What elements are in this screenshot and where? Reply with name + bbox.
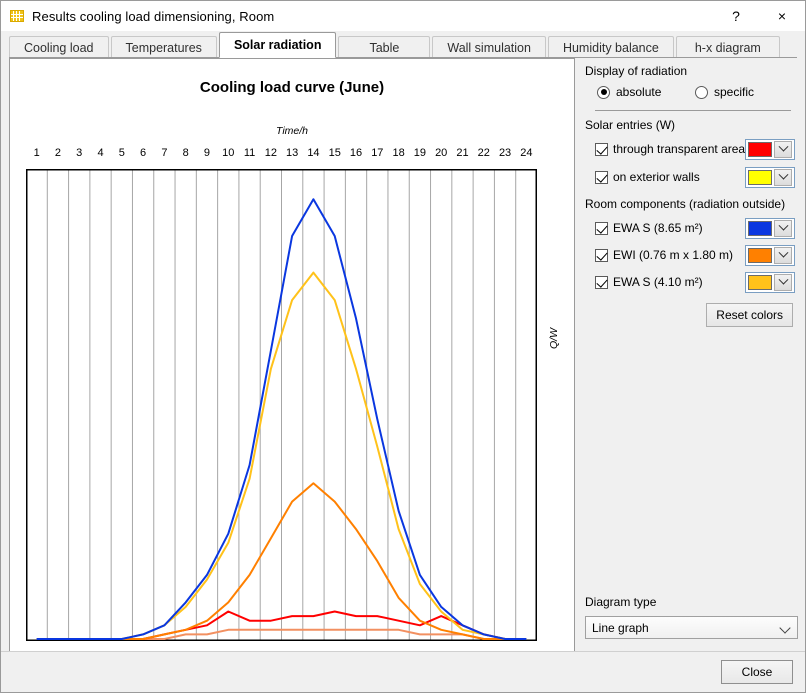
- x-tick-label: 7: [161, 147, 168, 159]
- y-axis-label: Q/W: [548, 328, 560, 349]
- color-swatch-yellow[interactable]: [748, 170, 773, 185]
- radio-specific[interactable]: specific: [695, 85, 754, 99]
- radio-absolute-indicator[interactable]: [597, 85, 610, 99]
- x-tick-label: 18: [392, 147, 405, 159]
- chevron-down-icon[interactable]: [774, 220, 792, 237]
- color-swatch-orange[interactable]: [748, 248, 773, 263]
- checkbox-through-transparent-areas-box[interactable]: [595, 142, 608, 156]
- x-tick-label: 19: [413, 147, 427, 159]
- color-picker-ewa-s-410[interactable]: [745, 272, 795, 293]
- solar-entries-label: Solar entries (W): [585, 118, 676, 132]
- x-tick-label: 14: [307, 147, 320, 159]
- x-tick-label: 21: [456, 147, 469, 159]
- chevron-down-icon[interactable]: [774, 141, 792, 158]
- x-tick-label: 8: [182, 147, 189, 159]
- checkbox-ewa-s-865-box[interactable]: [595, 221, 608, 235]
- results-window: Results cooling load dimensioning, Room …: [0, 0, 806, 693]
- chart-panel: Cooling load curve (June) Time/h Q/W 123…: [9, 58, 575, 651]
- radio-specific-indicator[interactable]: [695, 85, 708, 99]
- chart-svg: [26, 169, 537, 641]
- tab-hx-diagram[interactable]: h-x diagram: [675, 36, 780, 58]
- color-swatch-gold[interactable]: [748, 275, 773, 290]
- x-tick-label: 3: [76, 147, 83, 159]
- tab-strip: Cooling load Temperatures Solar radiatio…: [1, 31, 805, 58]
- color-picker-on-exterior-walls[interactable]: [745, 167, 795, 188]
- color-swatch-red[interactable]: [748, 142, 773, 157]
- x-tick-label: 24: [520, 147, 533, 159]
- chevron-down-icon[interactable]: [774, 169, 792, 186]
- window-title: Results cooling load dimensioning, Room: [32, 8, 275, 24]
- color-picker-through-transparent-areas[interactable]: [745, 139, 795, 160]
- checkbox-ewa-s-865[interactable]: EWA S (8.65 m²): [595, 218, 799, 239]
- title-bar: Results cooling load dimensioning, Room …: [1, 1, 805, 31]
- x-axis-ticks: 1 2 3 4 5 6 7 8 9 10 11 12 13 14 15 16 17 18 19 20 21 22 23 24: [26, 147, 549, 163]
- chevron-down-icon[interactable]: [779, 622, 791, 634]
- display-of-radiation-label: Display of radiation: [585, 64, 688, 78]
- checkbox-on-exterior-walls-box[interactable]: [595, 170, 608, 184]
- close-button[interactable]: Close: [721, 660, 793, 684]
- tab-humidity-balance[interactable]: Humidity balance: [547, 36, 674, 58]
- checkbox-ewi-076-180-box[interactable]: [595, 248, 608, 262]
- checkbox-on-exterior-walls-label: on exterior walls: [613, 170, 700, 184]
- x-tick-label: 12: [264, 147, 277, 159]
- radio-absolute-label: absolute: [616, 85, 662, 99]
- radio-specific-label: specific: [714, 85, 755, 99]
- chevron-down-icon[interactable]: [774, 247, 792, 264]
- checkbox-through-transparent-areas-label: through transparent areas: [613, 142, 752, 156]
- window-close-button[interactable]: ×: [759, 1, 805, 31]
- x-tick-label: 17: [371, 147, 384, 159]
- checkbox-ewa-s-865-label: EWA S (8.65 m²): [613, 221, 703, 235]
- room-components-label: Room components (radiation outside): [585, 197, 786, 211]
- color-picker-ewa-s-865[interactable]: [745, 218, 795, 239]
- checkbox-ewa-s-410[interactable]: EWA S (4.10 m²): [595, 272, 799, 293]
- x-tick-label: 11: [243, 147, 256, 159]
- radio-absolute[interactable]: absolute: [597, 85, 661, 99]
- x-axis-label: Time/h: [276, 125, 308, 137]
- x-tick-label: 4: [97, 147, 104, 159]
- chart-title: Cooling load curve (June): [199, 79, 385, 96]
- x-tick-label: 6: [140, 147, 147, 159]
- divider: [595, 110, 791, 111]
- x-tick-label: 20: [435, 147, 448, 159]
- checkbox-ewa-s-410-box[interactable]: [595, 275, 608, 289]
- tab-table[interactable]: Table: [338, 36, 431, 58]
- checkbox-ewi-076-180[interactable]: EWI (0.76 m x 1.80 m): [595, 245, 799, 266]
- tab-wall-simulation[interactable]: Wall simulation: [432, 36, 546, 58]
- grid-icon: [10, 10, 24, 22]
- plot-area: [26, 169, 537, 641]
- x-tick-label: 13: [286, 147, 299, 159]
- options-panel: Display of radiation absolute specific S…: [575, 58, 799, 651]
- color-picker-ewi-076-180[interactable]: [745, 245, 795, 266]
- checkbox-on-exterior-walls[interactable]: on exterior walls: [595, 167, 799, 188]
- x-tick-label: 9: [203, 147, 211, 159]
- diagram-type-select[interactable]: Line graph: [585, 616, 798, 639]
- diagram-type-label: Diagram type: [585, 595, 657, 609]
- content-area: Cooling load curve (June) Time/h Q/W 123…: [1, 58, 805, 651]
- checkbox-through-transparent-areas[interactable]: through transparent areas: [595, 139, 799, 160]
- x-tick-label: 22: [477, 147, 490, 159]
- tab-solar-radiation[interactable]: Solar radiation: [218, 32, 337, 58]
- x-tick-label: 16: [349, 147, 363, 159]
- checkbox-ewi-076-180-label: EWI (0.76 m x 1.80 m): [613, 248, 734, 262]
- window-buttons: ? ×: [713, 1, 805, 31]
- chevron-down-icon[interactable]: [774, 274, 792, 291]
- tab-cooling-load[interactable]: Cooling load: [9, 36, 109, 58]
- diagram-type-value: Line graph: [592, 620, 649, 635]
- x-tick-label: 2: [54, 147, 61, 159]
- reset-colors-button[interactable]: Reset colors: [706, 303, 793, 327]
- x-tick-label: 15: [328, 147, 341, 159]
- x-tick-label: 1: [33, 147, 40, 159]
- tab-temperatures[interactable]: Temperatures: [110, 36, 217, 58]
- x-tick-label: 5: [118, 147, 125, 159]
- checkbox-ewa-s-410-label: EWA S (4.10 m²): [613, 275, 703, 289]
- color-swatch-blue[interactable]: [748, 221, 773, 236]
- x-tick-label: 23: [498, 147, 512, 159]
- help-button[interactable]: ?: [713, 1, 759, 31]
- footer-bar: Close: [1, 651, 805, 692]
- x-tick-label: 10: [222, 147, 235, 159]
